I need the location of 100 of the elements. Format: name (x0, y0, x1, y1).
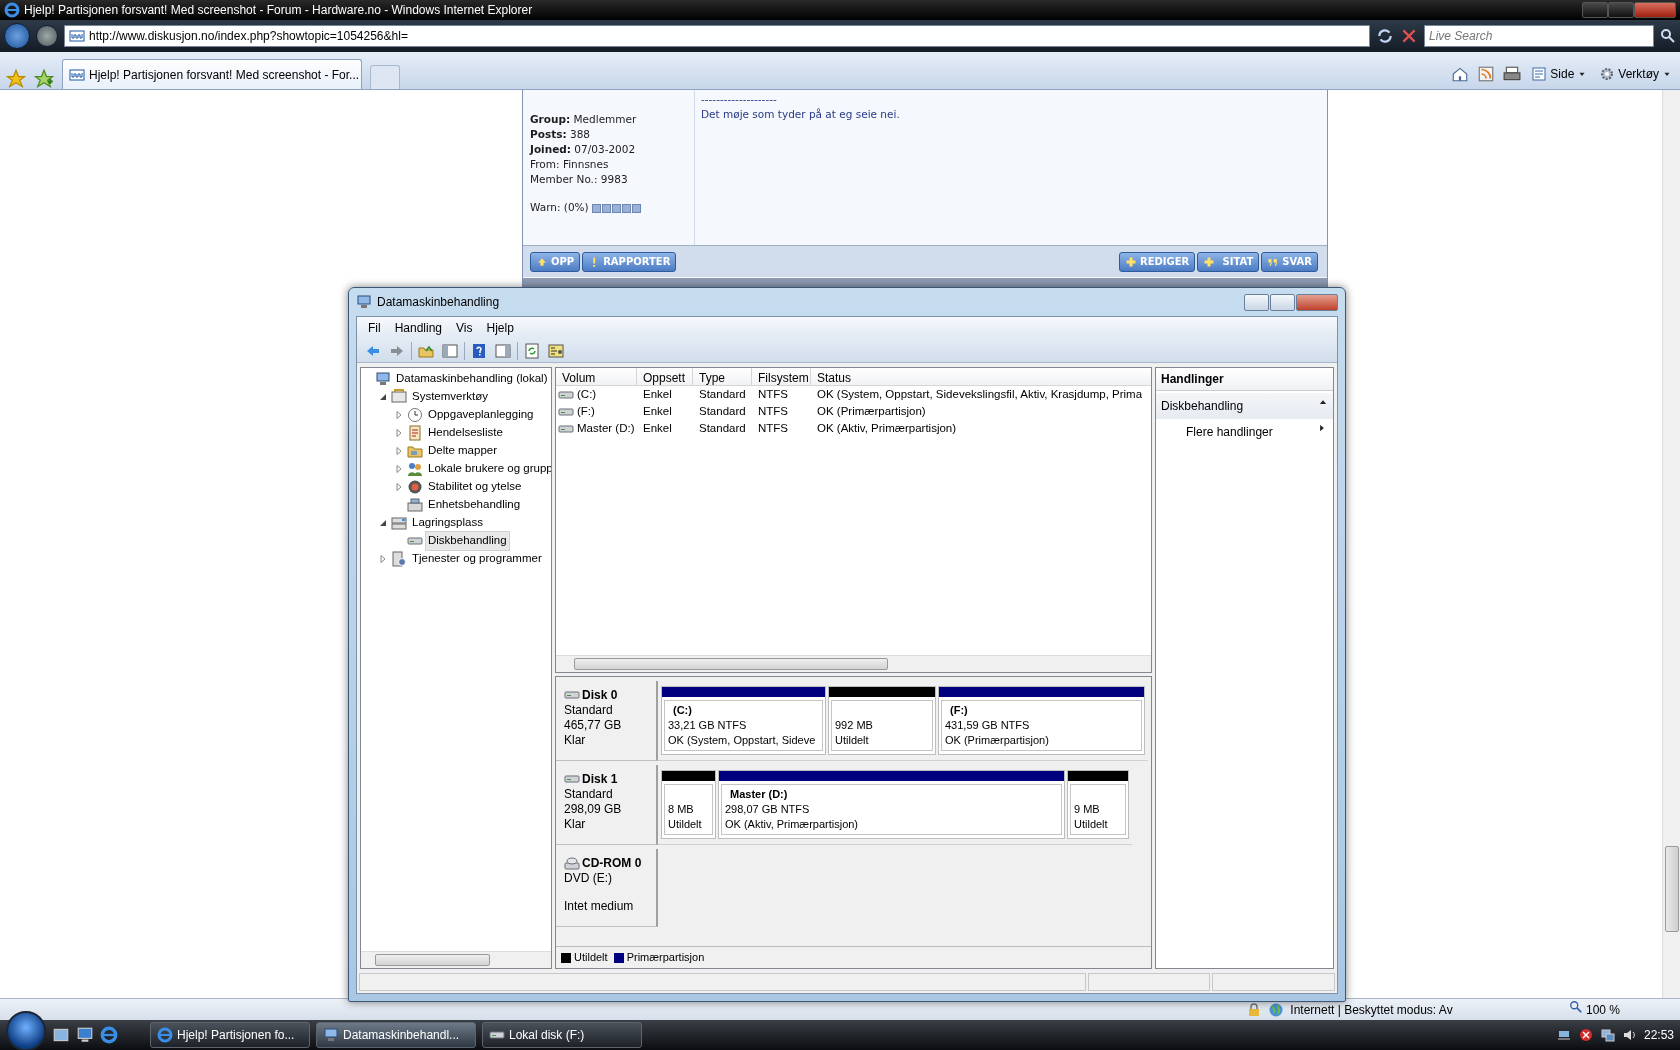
toolbar-button[interactable]: Verktøy (1597, 65, 1674, 83)
tree-item[interactable]: Diskbehandling (425, 531, 510, 551)
network-icon[interactable] (1599, 1027, 1616, 1043)
disk-info: Standard (564, 703, 614, 718)
partition-block[interactable]: 9 MB Utildelt (1067, 770, 1129, 839)
partition-status: Utildelt (668, 817, 703, 832)
expand-arrow[interactable] (395, 447, 403, 455)
profile-field: From: Finnsnes (530, 157, 694, 172)
legend-label: Utildelt (574, 951, 608, 964)
ie-icon[interactable] (100, 1026, 118, 1044)
favorites-star-icon[interactable] (6, 69, 26, 89)
feed-icon[interactable] (1477, 65, 1496, 83)
scrollbar[interactable] (556, 655, 1151, 672)
partition-bar (1068, 771, 1128, 781)
table-cell-text: Standard (699, 403, 746, 419)
alert-icon[interactable] (1577, 1027, 1594, 1043)
refresh-icon (524, 342, 540, 359)
menu-item[interactable]: Hjelp (479, 318, 521, 338)
scrollbar[interactable] (361, 951, 551, 968)
monitor-icon[interactable] (76, 1026, 94, 1044)
partition-block[interactable]: Master (D:) 298,07 GB NTFS OK (Aktiv, Primærpartisjon) (718, 770, 1065, 839)
tree-item[interactable]: Lagringsplass (409, 513, 486, 533)
desktop-icon[interactable] (52, 1026, 70, 1044)
disk-name: Disk 0 (582, 687, 618, 703)
window-title: Hjelp! Partisjonen forsvant! Med screenshot - Forum - Hardware.no - Windows Internet Explorer (24, 2, 533, 19)
minimize-button[interactable] (1244, 293, 1269, 311)
toolbar-button[interactable]: Side (1529, 65, 1590, 83)
computer-icon (323, 1027, 339, 1043)
zoom-level[interactable]: 100 % (1568, 1000, 1620, 1019)
table-cell-text: (C:) (577, 386, 597, 402)
stop-icon[interactable] (1400, 27, 1418, 45)
partition-status: OK (System, Oppstart, Sideve (668, 733, 817, 748)
expand-arrow[interactable] (395, 411, 403, 419)
post-text: Det møje som tyder på at eg seie nei. (701, 107, 900, 122)
expand-arrow[interactable] (395, 465, 403, 473)
collapse-arrow[interactable] (379, 393, 387, 401)
tab-title: Hjelp! Partisjonen forsvant! Med screenshot - For... (89, 66, 360, 84)
profile-field: Joined: 07/03-2002 (530, 142, 694, 157)
partition-block[interactable]: (F:) 431,59 GB NTFS OK (Primærpartisjon) (938, 686, 1145, 755)
expand-arrow[interactable] (395, 429, 403, 437)
column-header[interactable]: Type (693, 368, 752, 385)
tree-item[interactable]: Datamaskinbehandling (lokal) (393, 369, 551, 389)
partition-size: 431,59 GB NTFS (945, 718, 1031, 733)
collapse-arrow[interactable] (379, 519, 387, 527)
tree-item[interactable]: Enhetsbehandling (425, 495, 524, 515)
tree-item[interactable]: Systemverktøy (409, 387, 492, 407)
column-header[interactable]: Oppsett (637, 368, 693, 385)
scrollbar[interactable] (1662, 90, 1680, 998)
close-button[interactable] (1634, 2, 1676, 18)
cd-drive-icon (564, 855, 580, 871)
tree-item[interactable]: Oppgaveplanlegging (425, 405, 537, 425)
plus-icon (1125, 255, 1137, 268)
maximize-button[interactable] (1270, 293, 1295, 311)
taskbar-button[interactable]: Hjelp! Partisjonen fo... (150, 1022, 310, 1048)
clock-icon (407, 407, 423, 423)
taskbar-button[interactable]: Datamaskinbehandl... (316, 1022, 476, 1048)
tree-item[interactable]: Hendelsesliste (425, 423, 506, 443)
close-button[interactable] (1296, 293, 1338, 311)
partition-size: 9 MB (1074, 802, 1101, 817)
ie-icon (4, 2, 20, 18)
tree-item[interactable]: Tjenester og programmer (409, 549, 545, 569)
maximize-button[interactable] (1608, 2, 1634, 18)
refresh-button[interactable] (522, 340, 542, 361)
partition-block[interactable]: (C:) 33,21 GB NTFS OK (System, Oppstart, Sideve (661, 686, 826, 755)
partition-status: Utildelt (1074, 817, 1109, 832)
address-field[interactable]: http://www.diskusjon.no/index.php?showtopic=1054256&hl= (64, 25, 1370, 47)
menu-item[interactable]: Handling (387, 318, 450, 338)
print-icon[interactable] (1503, 65, 1522, 83)
menu-item[interactable]: Vis (449, 318, 480, 338)
forward-button[interactable] (36, 25, 58, 47)
tree-item[interactable]: Delte mapper (425, 441, 501, 461)
disk-info: 298,09 GB (564, 802, 623, 817)
search-icon[interactable] (1660, 28, 1676, 44)
menu-item[interactable]: Fil (361, 318, 388, 338)
actions-section[interactable]: Diskbehandling (1156, 393, 1333, 419)
legend-label: Primærpartisjon (626, 951, 705, 964)
search-field[interactable]: Live Search (1424, 25, 1654, 47)
taskbar-button[interactable]: Lokal disk (F:) (482, 1022, 642, 1048)
partition-block[interactable]: 8 MB Utildelt (661, 770, 716, 839)
expand-arrow[interactable] (379, 555, 387, 563)
add-favorite-icon[interactable] (34, 69, 54, 89)
help-icon (471, 342, 487, 359)
browser-tab[interactable]: Hjelp! Partisjonen forsvant! Med screenshot - For... (62, 59, 362, 89)
column-header[interactable]: Filsystem (752, 368, 811, 385)
partition-status: OK (Primærpartisjon) (945, 733, 1050, 748)
action-item[interactable]: Flere handlinger (1156, 419, 1333, 445)
expand-arrow[interactable] (395, 483, 403, 491)
start-button[interactable] (6, 1011, 46, 1050)
table-cell-text: Standard (699, 386, 746, 402)
partition-block[interactable]: 992 MB Utildelt (828, 686, 936, 755)
home-icon[interactable] (1451, 65, 1470, 83)
refresh-icon[interactable] (1376, 27, 1394, 45)
minimize-button[interactable] (1582, 2, 1608, 18)
column-header[interactable]: Volum (556, 368, 637, 385)
site-icon (69, 28, 85, 44)
tree-item[interactable]: Stabilitet og ytelse (425, 477, 525, 497)
table-cell-text: NTFS (758, 386, 789, 402)
volume-icon[interactable] (1621, 1027, 1638, 1043)
ie-icon (157, 1027, 173, 1043)
back-button[interactable] (4, 23, 30, 49)
